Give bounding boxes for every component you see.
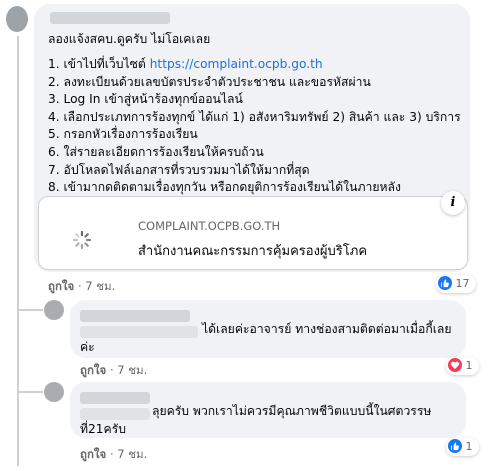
reaction-count: 1 <box>465 440 473 453</box>
loading-spinner-icon <box>72 230 92 250</box>
reply-time[interactable]: 7 ชม. <box>117 363 147 377</box>
reaction-summary[interactable]: 17 <box>436 275 476 293</box>
reply-avatar[interactable] <box>44 300 64 320</box>
comment-intro: ลองแจ้งสคบ.ดูครับ ไม่โอเคเลย <box>48 32 211 46</box>
reply-text-cont: ที่21ครับ <box>80 422 126 436</box>
like-reaction-icon <box>438 276 452 290</box>
reaction-summary[interactable]: 1 <box>446 357 479 375</box>
reaction-summary[interactable]: 1 <box>446 438 479 456</box>
steps-list: 1. เข้าไปที่เว็บไซต์ https://complaint.o… <box>48 56 461 197</box>
thread-branch <box>17 391 43 393</box>
step-item: 8. เข้ามากดติดตามเรื่องทุกวัน หรือกดยุติ… <box>48 180 401 195</box>
reply-text-cont: ค่ะ <box>80 340 95 354</box>
reply-time[interactable]: 7 ชม. <box>117 447 147 461</box>
thread-line <box>17 36 19 466</box>
reply-avatar[interactable] <box>44 382 64 402</box>
reply-text: ลุยครับ พวกเราไม่ควรมีคุณภาพชีวิตแบบนี้ใ… <box>152 404 432 418</box>
card-domain: COMPLAINT.OCPB.GO.TH <box>138 219 281 233</box>
like-button[interactable]: ถูกใจ <box>80 363 106 377</box>
reply-actions: ถูกใจ · 7 ชม. <box>80 447 148 461</box>
reaction-count: 1 <box>465 359 473 372</box>
thread-branch <box>17 309 43 311</box>
card-title: สำนักงานคณะกรรมการคุ้มครองผู้บริโภค <box>138 244 368 259</box>
step-item: 6. ใส่รายละเอียดการร้องเรียนให้ครบถ้วน <box>48 144 264 159</box>
commenter-name-redacted[interactable] <box>50 12 170 24</box>
step-item: 1. เข้าไปที่เว็บไซต์ https://complaint.o… <box>48 57 323 71</box>
like-reaction-icon <box>448 439 462 453</box>
reply-redacted-text <box>80 326 198 338</box>
reaction-count: 17 <box>455 277 470 290</box>
comment-actions: ถูกใจ · 7 ชม. <box>48 279 116 293</box>
step-item: 5. กรอกหัวเรื่องการร้องเรียน <box>48 127 198 142</box>
reply-text: ได้เลยค่ะอาจารย์ ทางช่องสามติดต่อมาเมื่อ… <box>202 322 452 336</box>
comment-time[interactable]: 7 ชม. <box>85 279 115 293</box>
step-item: 2. ลงทะเบียนด้วยเลขบัตรประจำตัวประชาชน แ… <box>48 74 371 89</box>
step-item: 4. เลือกประเภทการร้องทุกข์ ได้แก่ 1) อสั… <box>48 109 461 124</box>
complaint-link[interactable]: https://complaint.ocpb.go.th <box>150 57 323 71</box>
like-button[interactable]: ถูกใจ <box>48 279 74 293</box>
like-button[interactable]: ถูกใจ <box>80 447 106 461</box>
reply-author-redacted[interactable] <box>80 310 190 322</box>
commenter-avatar[interactable] <box>6 6 28 32</box>
step-item: 3. Log In เข้าสู่หน้าร้องทุกข์ออนไลน์ <box>48 92 243 107</box>
reply-actions: ถูกใจ · 7 ชม. <box>80 363 148 377</box>
reply-redacted-text <box>80 408 150 420</box>
reply-author-redacted[interactable] <box>80 392 150 404</box>
step-item: 7. อัปโหลดไฟล์เอกสารที่รวบรวมมาได้ให้มาก… <box>48 162 310 177</box>
love-reaction-icon <box>448 358 462 372</box>
info-icon[interactable]: i <box>441 191 465 215</box>
